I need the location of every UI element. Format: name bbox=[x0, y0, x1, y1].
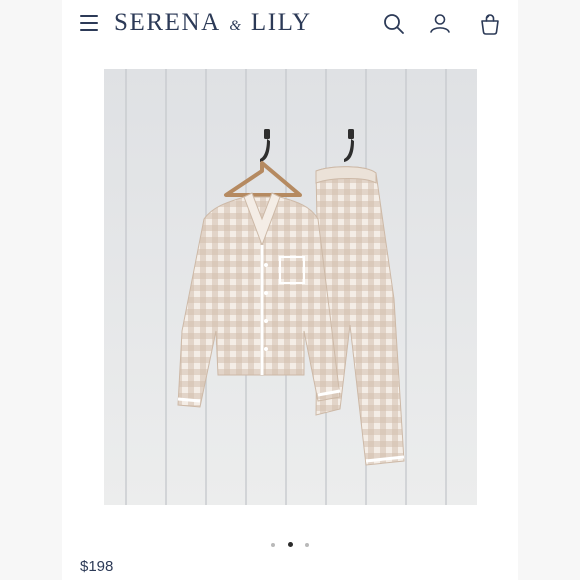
brand-name: SERENA bbox=[114, 9, 220, 36]
carousel-dots bbox=[62, 536, 518, 548]
right-margin bbox=[518, 0, 580, 580]
product-photo[interactable] bbox=[104, 69, 477, 505]
carousel-dot[interactable] bbox=[271, 542, 276, 547]
brand-logo[interactable]: SERENA & LILY bbox=[114, 9, 312, 37]
menu-icon[interactable] bbox=[80, 14, 98, 32]
left-margin bbox=[0, 0, 62, 580]
brand-ampersand: & bbox=[229, 18, 241, 34]
product-price: $198 bbox=[80, 558, 114, 575]
carousel-dot-active[interactable] bbox=[287, 542, 293, 548]
bag-icon[interactable] bbox=[478, 12, 502, 36]
brand-name-2: LILY bbox=[250, 9, 312, 36]
account-icon[interactable] bbox=[428, 12, 452, 36]
product-page: SERENA & LILY $198 bbox=[62, 0, 518, 580]
carousel-dot[interactable] bbox=[304, 542, 309, 547]
search-icon[interactable] bbox=[382, 12, 406, 36]
site-header: SERENA & LILY bbox=[62, 0, 518, 48]
